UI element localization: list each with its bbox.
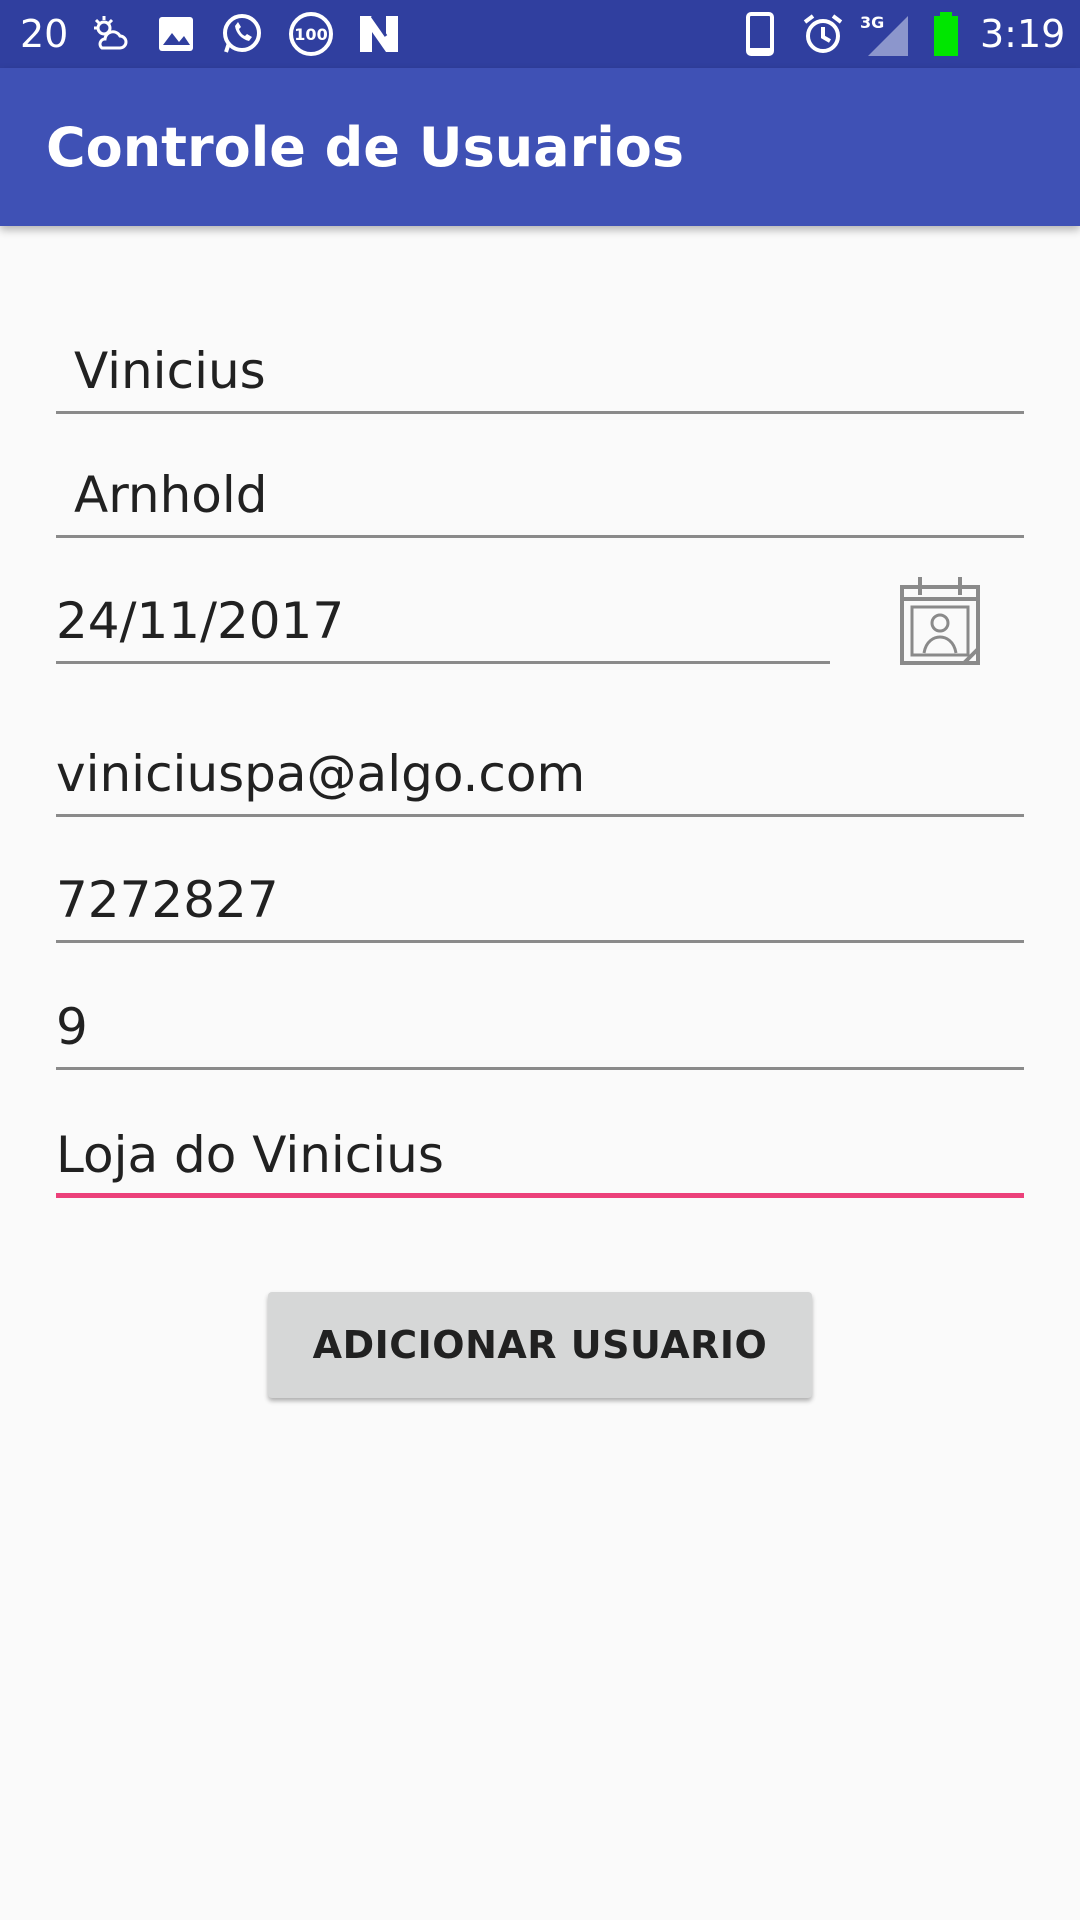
status-number: 20 [20, 12, 69, 56]
image-icon [154, 0, 198, 68]
first-name-value: Vinicius [74, 342, 266, 400]
store-value: Loja do Vinicius [56, 1126, 444, 1184]
svg-text:3G: 3G [860, 13, 884, 32]
svg-text:100: 100 [294, 25, 327, 44]
app-bar: Controle de Usuarios [0, 68, 1080, 226]
birth-date-underline [56, 661, 830, 664]
last-name-underline [56, 535, 1024, 538]
number-underline [56, 1067, 1024, 1070]
weather-icon [88, 0, 132, 68]
store-underline [56, 1193, 1024, 1198]
first-name-underline [56, 411, 1024, 414]
phone-value: 7272827 [56, 871, 279, 929]
phone-underline [56, 940, 1024, 943]
email-underline [56, 814, 1024, 817]
number-field[interactable]: 9 [56, 972, 1024, 1070]
status-time: 3:19 [980, 12, 1066, 56]
whatsapp-icon [218, 0, 266, 68]
signal-3g-icon: 3G [858, 0, 910, 68]
store-field[interactable]: Loja do Vinicius [56, 1098, 1024, 1198]
birth-date-value: 24/11/2017 [56, 592, 345, 650]
number-value: 9 [56, 998, 88, 1056]
page-title: Controle de Usuarios [46, 115, 684, 179]
alarm-icon [800, 0, 846, 68]
phone-field[interactable]: 7272827 [56, 846, 1024, 943]
last-name-value: Arnhold [74, 466, 268, 524]
birth-date-field[interactable]: 24/11/2017 [56, 568, 830, 664]
add-user-button[interactable]: ADICIONAR USUARIO [268, 1292, 812, 1398]
email-value: viniciuspa@algo.com [56, 745, 586, 803]
badge-100-icon: 100 [286, 0, 336, 68]
email-field[interactable]: viniciuspa@algo.com [56, 719, 1024, 817]
battery-icon [930, 0, 962, 68]
first-name-field[interactable]: Vinicius [56, 320, 1024, 414]
n-icon [356, 0, 402, 68]
calendar-button[interactable] [890, 570, 990, 670]
last-name-field[interactable]: Arnhold [56, 443, 1024, 538]
calendar-icon [900, 577, 980, 665]
phone-icon [740, 0, 780, 68]
status-bar: 20 100 3G 3:19 [0, 0, 1080, 68]
